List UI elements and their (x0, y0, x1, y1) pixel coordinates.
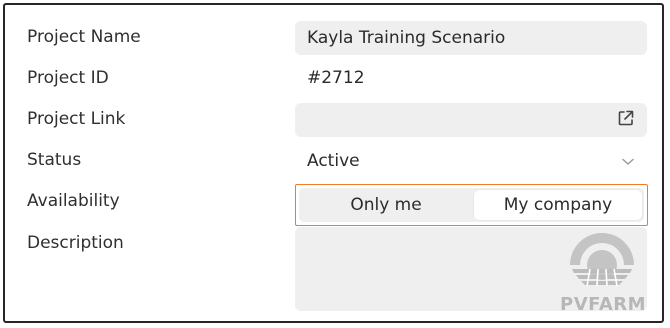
project-name-value: Kayla Training Scenario (307, 28, 506, 48)
project-details-panel: Project Name Kayla Training Scenario Pro… (3, 3, 664, 323)
project-name-field[interactable]: Kayla Training Scenario (295, 21, 647, 55)
availability-label: Availability (27, 191, 120, 211)
project-id-value: #2712 (307, 68, 365, 88)
status-value: Active (307, 151, 360, 171)
status-select[interactable]: Active (295, 144, 647, 178)
availability-option-only-me[interactable]: Only me (301, 190, 471, 220)
project-name-label: Project Name (27, 27, 141, 47)
project-link-field[interactable] (295, 103, 647, 137)
availability-toggle: Only me My company (295, 184, 648, 226)
pvfarm-logo-icon (570, 233, 634, 287)
project-link-label: Project Link (27, 109, 126, 129)
description-label: Description (27, 233, 124, 253)
external-link-icon[interactable] (617, 109, 635, 131)
chevron-down-icon[interactable] (621, 152, 635, 171)
status-label: Status (27, 150, 82, 170)
availability-option-my-company[interactable]: My company (474, 190, 642, 220)
pvfarm-watermark-text: PVFARM (560, 294, 647, 315)
project-id-label: Project ID (27, 68, 109, 88)
pvfarm-watermark: PVFARM (560, 225, 647, 317)
